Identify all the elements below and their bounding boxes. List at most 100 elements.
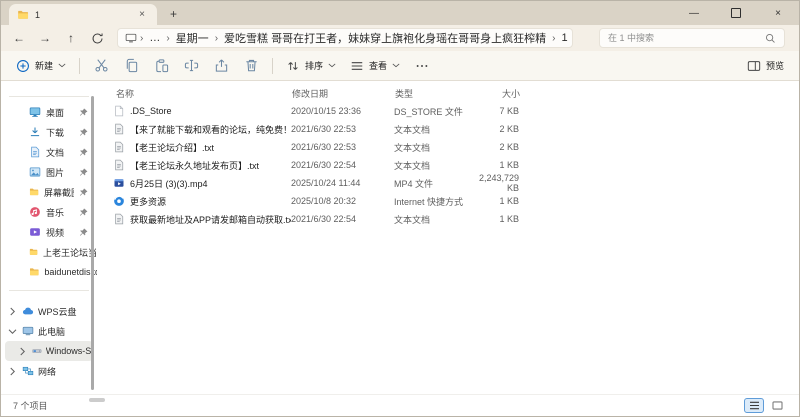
text-file-icon [113,123,125,135]
sidebar-item-desktop[interactable]: 桌面 [1,102,97,122]
view-icon [351,61,363,70]
chevron-down-icon[interactable] [8,327,18,336]
sidebar-item-downloads[interactable]: 下载 [1,122,97,142]
forward-button[interactable]: → [32,27,58,49]
maximize-icon [731,8,741,18]
sort-button[interactable]: 排序 [279,54,343,78]
toolbar-divider [272,57,274,74]
file-name: 获取最新地址及APP请发邮箱自动获取.txt [130,214,291,225]
file-row[interactable]: 获取最新地址及APP请发邮箱自动获取.txt 2021/6/30 22:54 文… [97,210,799,228]
column-header-type[interactable]: 类型 [395,87,477,100]
file-row[interactable]: 更多资源 2025/10/8 20:32 Internet 快捷方式 1 KB [97,192,799,210]
sidebar-item-music[interactable]: 音乐 [1,202,97,222]
toolbar-divider [79,57,81,74]
rename-button[interactable] [176,54,206,78]
chevron-right-icon[interactable] [19,347,28,356]
this-pc-icon [125,32,137,44]
close-tab-icon[interactable]: × [135,8,149,22]
chevron-down-icon [58,63,66,68]
breadcrumb-crumb[interactable]: 爱吃雪糕 哥哥在打王者，妹妹穿上旗袍化身瑶在哥哥身上疯狂榨精 [221,30,549,46]
file-list-header: 名称 修改日期 类型 大小 [97,85,799,102]
pin-icon [79,188,88,197]
breadcrumb-overflow-button[interactable]: … [146,32,163,44]
new-button[interactable]: 新建 [9,54,73,78]
sidebar-item-this-pc[interactable]: 此电脑 [1,321,97,341]
sidebar-item-videos[interactable]: 视频 [1,222,97,242]
file-date: 2021/6/30 22:53 [291,124,357,134]
minimize-button[interactable]: — [673,1,715,25]
folder-icon [17,9,29,21]
folder-icon [29,268,39,276]
paste-button[interactable] [146,54,176,78]
file-size: 7 KB [499,106,519,116]
view-button[interactable]: 查看 [343,54,407,78]
sidebar-item-label: baidunetdiskdo [44,267,97,277]
internet-shortcut-icon [113,195,125,207]
delete-button[interactable] [236,54,266,78]
maximize-button[interactable] [715,1,757,25]
file-row[interactable]: 【老王论坛永久地址发布页】.txt 2021/6/30 22:54 文本文档 1… [97,156,799,174]
new-tab-button[interactable]: + [164,4,183,23]
address-bar: ← → ↑ › … › 星期一 › 爱吃雪糕 哥哥在打王者，妹妹穿上旗袍化身瑶在… [1,25,799,51]
file-row[interactable]: .DS_Store 2020/10/15 23:36 DS_STORE 文件 7… [97,102,799,120]
sidebar-item-screenshots[interactable]: 屏幕截图 [1,182,97,202]
file-type: 文本文档 [394,124,431,135]
sidebar-item-network[interactable]: 网络 [1,361,97,381]
column-header-date[interactable]: 修改日期 [292,87,395,100]
sidebar-item-wps-cloud[interactable]: WPS云盘 [1,301,97,321]
folder-icon [29,188,39,196]
chevron-down-icon [392,63,400,68]
music-icon [30,207,40,217]
sidebar-item-folder-baidunetdisk[interactable]: baidunetdiskdo [1,262,97,282]
close-window-button[interactable]: × [757,1,799,25]
breadcrumb-separator: › [214,32,219,44]
file-name: 【老王论坛介绍】.txt [130,142,215,153]
file-type: 文本文档 [394,142,431,153]
copy-button[interactable] [116,54,146,78]
file-row[interactable]: 【来了就能下载和观看的论坛，纯免费！】.txt 2021/6/30 22:53 … [97,120,799,138]
share-icon [215,59,227,72]
sidebar-item-windows-ssd[interactable]: Windows-SSD [5,341,93,361]
video-file-icon [113,177,125,189]
refresh-button[interactable] [84,27,110,49]
chevron-right-icon[interactable] [9,307,18,316]
sidebar-scrollbar[interactable] [91,96,94,390]
breadcrumb[interactable]: › … › 星期一 › 爱吃雪糕 哥哥在打王者，妹妹穿上旗袍化身瑶在哥哥身上疯狂… [117,28,573,48]
sidebar-item-documents[interactable]: 文档 [1,142,97,162]
back-button[interactable]: ← [6,27,32,49]
chevron-right-icon[interactable] [9,367,18,376]
file-list: 名称 修改日期 类型 大小 .DS_Store 2020/10/15 23:36… [97,82,799,394]
breadcrumb-crumb[interactable]: 1 [558,32,570,44]
column-header-size[interactable]: 大小 [477,87,520,100]
up-button[interactable]: ↑ [58,27,84,49]
thumbnail-view-toggle[interactable] [767,398,787,413]
text-file-icon [113,159,125,171]
text-file-icon [113,213,125,225]
share-button[interactable] [206,54,236,78]
breadcrumb-crumb[interactable]: 星期一 [173,30,212,46]
file-size: 1 KB [499,214,519,224]
cut-button[interactable] [86,54,116,78]
file-date: 2020/10/15 23:36 [291,106,362,116]
this-pc-icon [22,326,34,336]
sidebar-item-label: 网络 [38,366,57,377]
sidebar-item-label: 屏幕截图 [44,187,74,198]
file-row[interactable]: 6月25日 (3)(3).mp4 2025/10/24 11:44 MP4 文件… [97,173,799,193]
sidebar-item-label: 上老王论坛当老三 [43,247,97,258]
more-options-button[interactable] [407,54,437,78]
explorer-tab[interactable]: 1 × [9,4,157,25]
search-input[interactable] [608,33,759,43]
column-header-name[interactable]: 名称 [116,87,292,100]
details-view-toggle[interactable] [744,398,764,413]
documents-icon [31,146,40,158]
text-file-icon [113,141,125,153]
file-row[interactable]: 【老王论坛介绍】.txt 2021/6/30 22:53 文本文档 2 KB [97,138,799,156]
search-box[interactable] [599,28,785,48]
sidebar-item-pictures[interactable]: 图片 [1,162,97,182]
sort-icon [288,61,298,70]
file-name: 【来了就能下载和观看的论坛，纯免费！】.txt [130,124,291,135]
navigation-pane: 桌面 下载 文档 图片 屏幕截图 [1,82,97,394]
preview-button[interactable]: 预览 [740,54,791,78]
sidebar-horizontal-scrollbar[interactable] [89,398,105,402]
sidebar-item-folder-laowang[interactable]: 上老王论坛当老三 [1,242,97,262]
